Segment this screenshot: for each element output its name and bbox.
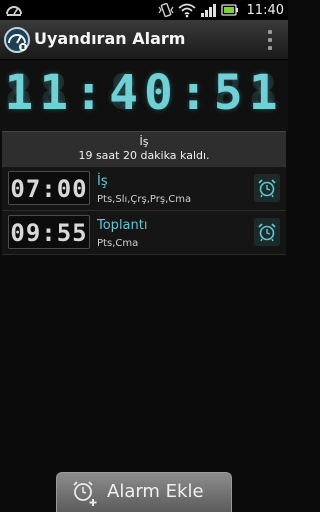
overflow-menu-icon[interactable] — [266, 30, 274, 50]
alarm-row[interactable]: 07:00 İş Pts,Slı,Çrş,Prş,Cma — [2, 167, 286, 211]
app-bar: Uyandıran Alarm — [0, 20, 288, 60]
app-title: Uyandıran Alarm — [34, 29, 186, 48]
wifi-icon — [177, 3, 196, 18]
speedometer-icon — [6, 6, 22, 16]
add-alarm-button[interactable]: Alarm Ekle — [56, 472, 232, 512]
alarm-row[interactable]: 09:55 Toplantı Pts,Cma — [2, 211, 286, 255]
alarm-title: Toplantı — [97, 218, 148, 233]
signal-icon — [200, 4, 216, 17]
add-alarm-label: Alarm Ekle — [107, 481, 204, 502]
alarm-days: Pts,Slı,Çrş,Prş,Cma — [97, 194, 192, 205]
digital-clock: 88:88:88 11:40:51 — [0, 61, 288, 131]
status-bar: 11:40 — [0, 0, 288, 20]
vibrate-icon — [158, 2, 174, 18]
alarm-time: 09:55 — [10, 219, 88, 247]
alarm-time-box: 07:00 — [8, 171, 90, 205]
alarm-time: 07:00 — [10, 175, 88, 203]
next-alarm-banner: İş 19 saat 20 dakika kaldı. — [2, 131, 286, 167]
status-time: 11:40 — [246, 2, 284, 18]
next-alarm-remaining: 19 saat 20 dakika kaldı. — [78, 149, 210, 162]
alarm-title: İş — [97, 174, 108, 189]
clock-time: 11:40:51 — [4, 65, 284, 121]
alarm-clock-icon[interactable] — [254, 174, 280, 202]
alarm-clock-icon[interactable] — [254, 218, 280, 246]
next-alarm-name: İş — [139, 135, 149, 148]
app-icon — [4, 27, 30, 53]
alarm-days: Pts,Cma — [97, 238, 139, 249]
add-alarm-icon — [73, 481, 97, 506]
alarm-time-box: 09:55 — [8, 215, 90, 249]
battery-icon — [220, 4, 238, 16]
